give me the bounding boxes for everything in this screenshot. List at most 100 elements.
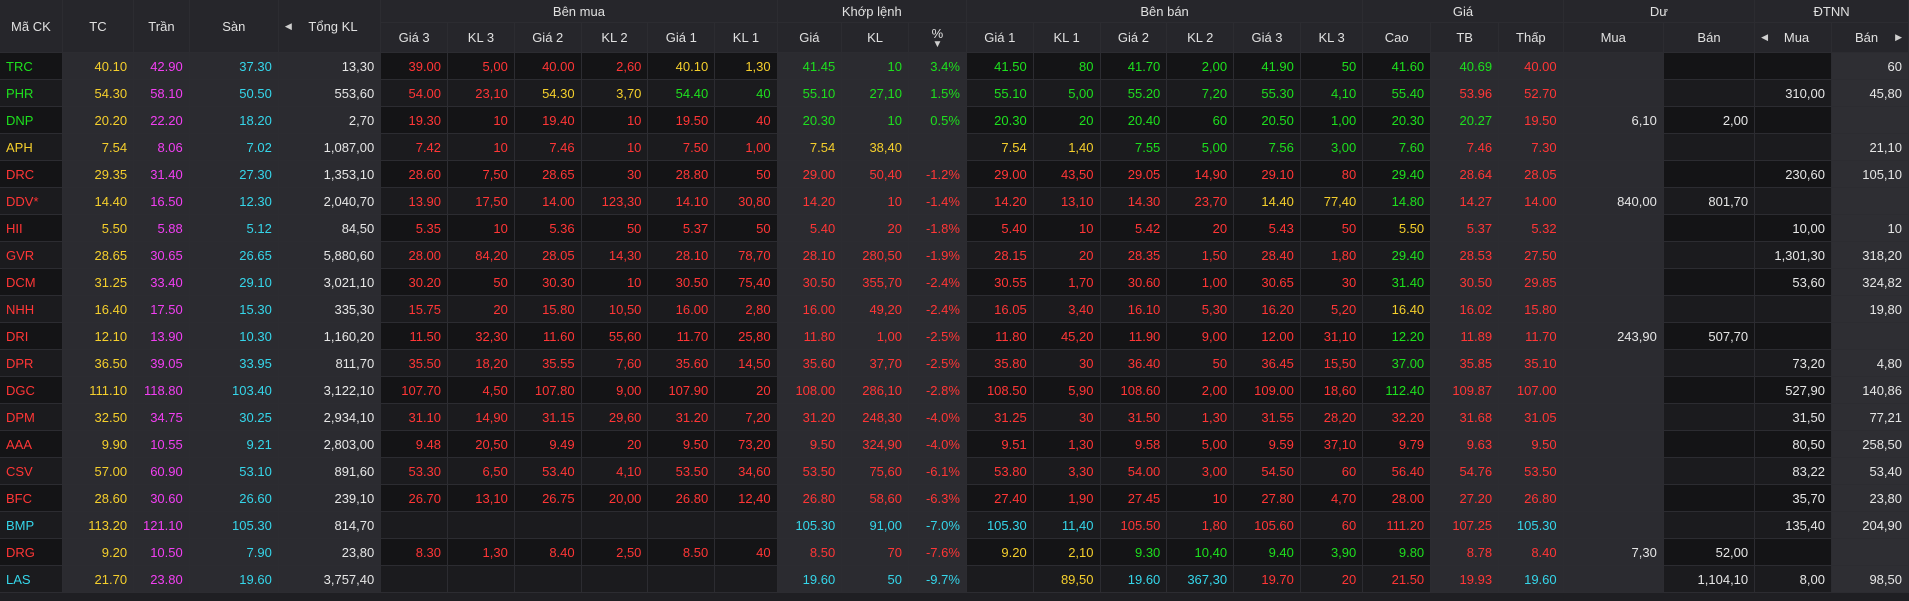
table-row[interactable]: PHR 54.30 58.10 50.50 553,60 54.00 23,10 54.30 3… [0,79,1909,107]
table-row[interactable]: LAS 21.70 23.80 19.60 3,757,40 19.60 50 -9.7% 89… [0,565,1909,593]
symbol-cell[interactable]: GVR [0,241,63,269]
symbol-cell[interactable]: PHR [0,79,63,107]
data-cell: 8.40 [514,538,582,566]
symbol-cell[interactable]: BMP [0,511,63,539]
data-cell: 31.55 [1233,403,1301,431]
symbol-cell[interactable]: DCM [0,268,63,296]
data-cell: 30.20 [380,268,449,296]
symbol-cell[interactable]: DDV* [0,187,63,215]
symbol-cell[interactable]: DRI [0,322,63,350]
col-bid-price2[interactable]: Giá 2 [514,22,582,53]
symbol-cell[interactable]: AAA [0,430,63,458]
col-remain-sell[interactable]: Bán [1663,22,1756,53]
data-cell: 29.35 [62,160,135,188]
table-row[interactable]: DRI 12.10 13.90 10.30 1,160,20 11.50 32,30 11.6… [0,322,1909,350]
data-cell: 58,60 [841,484,909,512]
data-cell: 37.00 [1362,349,1432,377]
data-cell: 2,040,70 [278,187,382,215]
table-row[interactable]: DRG 9.20 10.50 7.90 23,80 8.30 1,30 8.40 2,50 8.5… [0,538,1909,566]
col-ask-vol2[interactable]: KL 2 [1166,22,1235,53]
data-cell: 16.00 [647,295,716,323]
col-match-vol[interactable]: KL [841,22,909,53]
data-cell: 12.00 [1233,322,1301,350]
data-cell: 204,90 [1831,511,1909,539]
symbol-cell[interactable]: TRC [0,52,63,80]
symbol-cell[interactable]: DNP [0,106,63,134]
table-row[interactable]: GVR 28.65 30.65 26.65 5,880,60 28.00 84,20 28.0… [0,241,1909,269]
table-row[interactable]: DPM 32.50 34.75 30.25 2,934,10 31.10 14,90 31.1… [0,403,1909,431]
col-bid-vol3[interactable]: KL 3 [447,22,515,53]
data-cell: 6,10 [1563,106,1664,134]
data-cell: 28.60 [380,160,449,188]
symbol-cell[interactable]: DPR [0,349,63,377]
col-floor[interactable]: Sàn [189,0,279,53]
data-cell: 7.54 [966,133,1034,161]
table-row[interactable]: DGC 111.10 118.80 103.40 3,122,10 107.70 4,50 1… [0,376,1909,404]
symbol-cell[interactable]: BFC [0,484,63,512]
col-ask-vol1[interactable]: KL 1 [1033,22,1101,53]
col-remain-buy[interactable]: Mua [1563,22,1664,53]
table-row[interactable]: TRC 40.10 42.90 37.30 13,30 39.00 5,00 40.00 2,6… [0,52,1909,80]
col-low[interactable]: Thấp [1498,22,1564,53]
table-row[interactable]: DPR 36.50 39.05 33.95 811,70 35.50 18,20 35.55 7… [0,349,1909,377]
data-cell: 23.80 [133,565,190,593]
table-row[interactable]: BMP 113.20 121.10 105.30 814,70 105.30 91,00 -7… [0,511,1909,539]
table-row[interactable]: NHH 16.40 17.50 15.30 335,30 15.75 20 15.80 10,5… [0,295,1909,323]
col-ceil[interactable]: Trần [133,0,190,53]
data-cell: 30,80 [714,187,778,215]
data-cell: 2,70 [278,106,382,134]
col-match-pct[interactable]: % ▼ [908,22,967,53]
symbol-cell[interactable]: DPM [0,403,63,431]
symbol-cell[interactable]: NHH [0,295,63,323]
scroll-left-icon[interactable]: ◀ [285,21,292,32]
col-foreign-sell[interactable]: Bán ▶ [1831,22,1909,53]
symbol-cell[interactable]: LAS [0,565,63,593]
symbol-cell[interactable]: CSV [0,457,63,485]
data-cell: 9.51 [966,430,1034,458]
col-ask-vol3[interactable]: KL 3 [1300,22,1364,53]
col-bid-vol1[interactable]: KL 1 [714,22,778,53]
symbol-cell[interactable]: DRC [0,160,63,188]
data-cell: 15.80 [1498,295,1564,323]
data-cell: 34.75 [133,403,190,431]
data-cell: 1,80 [1300,241,1364,269]
symbol-cell[interactable]: DRG [0,538,63,566]
sort-down-icon[interactable]: ▼ [915,40,960,50]
table-row[interactable]: BFC 28.60 30.60 26.60 239,10 26.70 13,10 26.75 2… [0,484,1909,512]
col-bid-price3[interactable]: Giá 3 [380,22,449,53]
data-cell: 7,20 [714,403,778,431]
table-row[interactable]: HII 5.50 5.88 5.12 84,50 5.35 10 5.36 50 5.37 50 5.… [0,214,1909,242]
symbol-cell[interactable]: APH [0,133,63,161]
col-symbol[interactable]: Mã CK [0,0,63,53]
data-cell: 9.50 [1498,430,1564,458]
col-ask-price3[interactable]: Giá 3 [1233,22,1301,53]
symbol-cell[interactable]: HII [0,214,63,242]
table-row[interactable]: AAA 9.90 10.55 9.21 2,803,00 9.48 20,50 9.49 20 9… [0,430,1909,458]
col-bid-price1[interactable]: Giá 1 [647,22,716,53]
col-ask-price2[interactable]: Giá 2 [1100,22,1168,53]
col-ref[interactable]: TC [62,0,135,53]
symbol-cell[interactable]: DGC [0,376,63,404]
col-foreign-buy[interactable]: ◀ Mua [1754,22,1832,53]
data-cell: 7.46 [1430,133,1500,161]
data-cell: 73,20 [1754,349,1832,377]
col-match-price[interactable]: Giá [777,22,843,53]
table-row[interactable]: DDV* 14.40 16.50 12.30 2,040,70 13.90 17,50 14.… [0,187,1909,215]
col-total-vol[interactable]: ◀ Tổng KL [278,0,382,53]
scroll-left-icon-2[interactable]: ◀ [1761,32,1768,43]
data-cell: 40.69 [1430,52,1500,80]
col-ask-price1[interactable]: Giá 1 [966,22,1034,53]
col-bid-vol2[interactable]: KL 2 [581,22,649,53]
col-avg[interactable]: TB [1430,22,1500,53]
data-cell: 55.30 [1233,79,1301,107]
table-row[interactable]: APH 7.54 8.06 7.02 1,087,00 7.42 10 7.46 10 7.50 1… [0,133,1909,161]
data-cell [1831,106,1909,134]
table-row[interactable]: CSV 57.00 60.90 53.10 891,60 53.30 6,50 53.40 4,… [0,457,1909,485]
data-cell: 50,40 [841,160,909,188]
table-row[interactable]: DNP 20.20 22.20 18.20 2,70 19.30 10 19.40 10 19.5… [0,106,1909,134]
table-row[interactable]: DCM 31.25 33.40 29.10 3,021,10 30.20 50 30.30 10… [0,268,1909,296]
table-row[interactable]: DRC 29.35 31.40 27.30 1,353,10 28.60 7,50 28.65… [0,160,1909,188]
col-high[interactable]: Cao [1362,22,1432,53]
data-cell: 12,40 [714,484,778,512]
scroll-right-icon[interactable]: ▶ [1895,32,1902,43]
